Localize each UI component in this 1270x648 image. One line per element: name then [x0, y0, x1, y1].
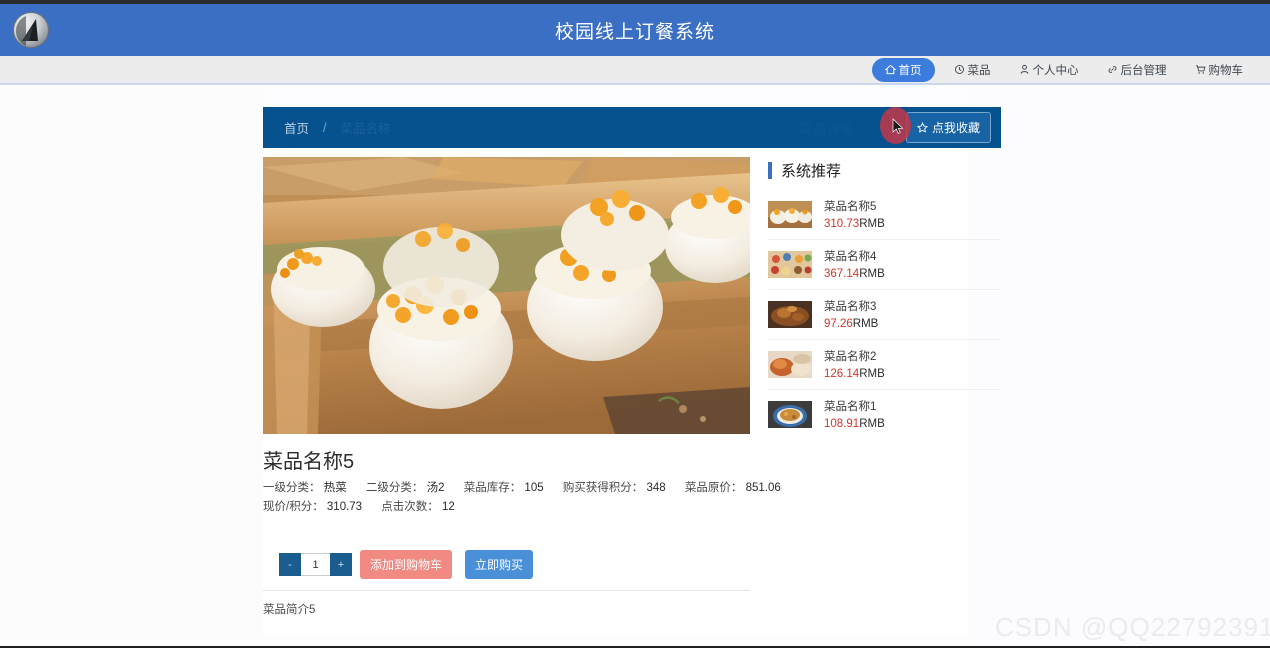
list-item-meta: 菜品名称5 310.73RMB: [824, 198, 885, 230]
spec-key-points: 购买获得积分：: [562, 482, 644, 494]
spec-value-current-price: 310.73: [326, 501, 363, 513]
product-name: 菜品名称5: [263, 451, 355, 473]
list-item[interactable]: 菜品名称1 108.91RMB: [768, 390, 1001, 439]
quantity-stepper: - +: [279, 553, 352, 576]
person-icon: [1019, 64, 1030, 75]
nav-item-admin-label: 后台管理: [1120, 64, 1167, 77]
recommend-header: 系统推荐: [768, 160, 841, 181]
product-image[interactable]: [263, 157, 750, 434]
recommend-item-amount: 367.14: [824, 268, 860, 280]
nav-item-cart-label: 购物车: [1208, 64, 1244, 77]
nav-item-dishes-label: 菜品: [967, 64, 991, 77]
recommend-item-name: 菜品名称3: [824, 301, 877, 313]
spec-value-stock: 105: [524, 482, 544, 494]
stew-thumb: [768, 300, 812, 328]
recommend-item-name: 菜品名称2: [824, 351, 877, 363]
spec-key-clicks: 点击次数：: [381, 501, 439, 513]
link-icon: [1107, 64, 1118, 75]
recommend-item-name: 菜品名称4: [824, 251, 877, 263]
breadcrumb-separator: /: [323, 120, 327, 135]
clock-icon: [954, 64, 965, 75]
list-item-meta: 菜品名称2 126.14RMB: [824, 348, 885, 380]
star-icon: [916, 122, 928, 133]
recommend-item-price: 108.91RMB: [824, 418, 885, 430]
description-divider: [263, 590, 750, 591]
nav-item-home-label: 首页: [898, 64, 922, 77]
recommend-item-price: 367.14RMB: [824, 268, 885, 280]
spec-key-stock: 菜品库存：: [463, 482, 522, 494]
spec-value-points: 348: [646, 482, 666, 494]
list-item[interactable]: 菜品名称2 126.14RMB: [768, 340, 1001, 390]
spec-value-category2: 汤2: [426, 482, 445, 494]
main-navbar: 首页 菜品 个人中心 后台管理 购物车: [0, 56, 1270, 85]
quantity-input[interactable]: [301, 553, 330, 576]
breadcrumb-ghost-text: 菜品详情: [799, 122, 854, 136]
buy-now-button[interactable]: 立即购买: [465, 550, 534, 579]
page-root: 校园线上订餐系统 首页 菜品 个人中心 后台管理 购物车 首页 / 菜品名称 菜…: [0, 0, 1270, 648]
watermark: CSDN @QQ2279239102: [995, 612, 1270, 642]
recommend-item-price: 126.14RMB: [824, 368, 885, 380]
product-specs-row-1: 一级分类： 热菜 二级分类： 汤2 菜品库存： 105 购买获得积分： 348 …: [263, 479, 781, 495]
spec-key-category2: 二级分类：: [365, 482, 424, 494]
breadcrumb-home[interactable]: 首页: [284, 118, 309, 137]
spec-value-clicks: 12: [442, 501, 455, 513]
recommend-item-price: 310.73RMB: [824, 218, 885, 230]
recommend-item-currency: RMB: [859, 418, 885, 430]
sushi-thumb: [768, 200, 812, 228]
quantity-decrease-button[interactable]: -: [279, 553, 301, 576]
add-to-cart-button[interactable]: 添加到购物车: [360, 550, 453, 579]
spec-key-current-price: 现价/积分：: [263, 501, 324, 513]
home-icon: [884, 64, 896, 75]
recommend-item-amount: 126.14: [824, 368, 860, 380]
nav-item-home[interactable]: 首页: [871, 57, 935, 82]
list-item[interactable]: 菜品名称5 310.73RMB: [768, 190, 1001, 240]
nav-item-dishes[interactable]: 菜品: [945, 59, 1000, 81]
page-backdrop-left: [0, 87, 263, 648]
recommend-item-currency: RMB: [852, 318, 879, 330]
favorite-button[interactable]: 点我收藏: [905, 112, 991, 143]
meat-thumb: [768, 350, 812, 378]
list-item[interactable]: 菜品名称3 97.26RMB: [768, 290, 1001, 340]
spec-key-category1: 一级分类：: [263, 482, 321, 494]
spec-value-category1: 热菜: [323, 482, 347, 494]
product-actions: - + 添加到购物车 立即购买: [279, 550, 534, 579]
site-header: 校园线上订餐系统: [0, 4, 1270, 56]
bowl-thumb: [768, 400, 812, 428]
recommend-item-amount: 310.73: [824, 218, 860, 230]
product-specs-row-2: 现价/积分： 310.73 点击次数： 12: [263, 498, 455, 514]
nav-item-cart[interactable]: 购物车: [1186, 59, 1253, 81]
list-item-meta: 菜品名称1 108.91RMB: [824, 398, 885, 430]
page-title: 校园线上订餐系统: [554, 21, 715, 43]
favorite-button-label: 点我收藏: [931, 121, 980, 135]
site-logo-icon[interactable]: [13, 12, 49, 48]
product-description: 菜品简介5: [263, 604, 316, 616]
recommend-list: 菜品名称5 310.73RMB 菜品名称4 367.14RMB 菜品名称3 97…: [768, 190, 1001, 439]
breadcrumb-current: 菜品名称: [340, 122, 391, 136]
quantity-increase-button[interactable]: +: [330, 553, 352, 576]
recommend-item-currency: RMB: [859, 368, 885, 380]
spec-value-original-price: 851.06: [745, 482, 781, 494]
list-item-meta: 菜品名称4 367.14RMB: [824, 248, 885, 280]
nav-item-personal-center[interactable]: 个人中心: [1010, 59, 1088, 81]
page-backdrop-right: [968, 87, 1270, 648]
recommend-item-amount: 97.26: [824, 318, 853, 330]
cart-icon: [1195, 64, 1206, 75]
recommend-item-currency: RMB: [859, 268, 885, 280]
recommend-item-name: 菜品名称1: [824, 401, 877, 413]
recommend-accent-bar: [768, 162, 772, 179]
recommend-item-name: 菜品名称5: [824, 201, 877, 213]
recommend-item-price: 97.26RMB: [824, 318, 878, 330]
nav-item-admin[interactable]: 后台管理: [1098, 59, 1176, 81]
mouse-cursor-icon: [892, 118, 904, 135]
list-item[interactable]: 菜品名称4 367.14RMB: [768, 240, 1001, 290]
nav-item-personal-center-label: 个人中心: [1032, 64, 1079, 77]
recommend-item-currency: RMB: [859, 218, 885, 230]
spec-key-original-price: 菜品原价：: [684, 482, 743, 494]
list-item-meta: 菜品名称3 97.26RMB: [824, 298, 878, 330]
recommend-item-amount: 108.91: [824, 418, 860, 430]
recommend-title: 系统推荐: [781, 163, 842, 180]
platter-thumb: [768, 250, 812, 278]
